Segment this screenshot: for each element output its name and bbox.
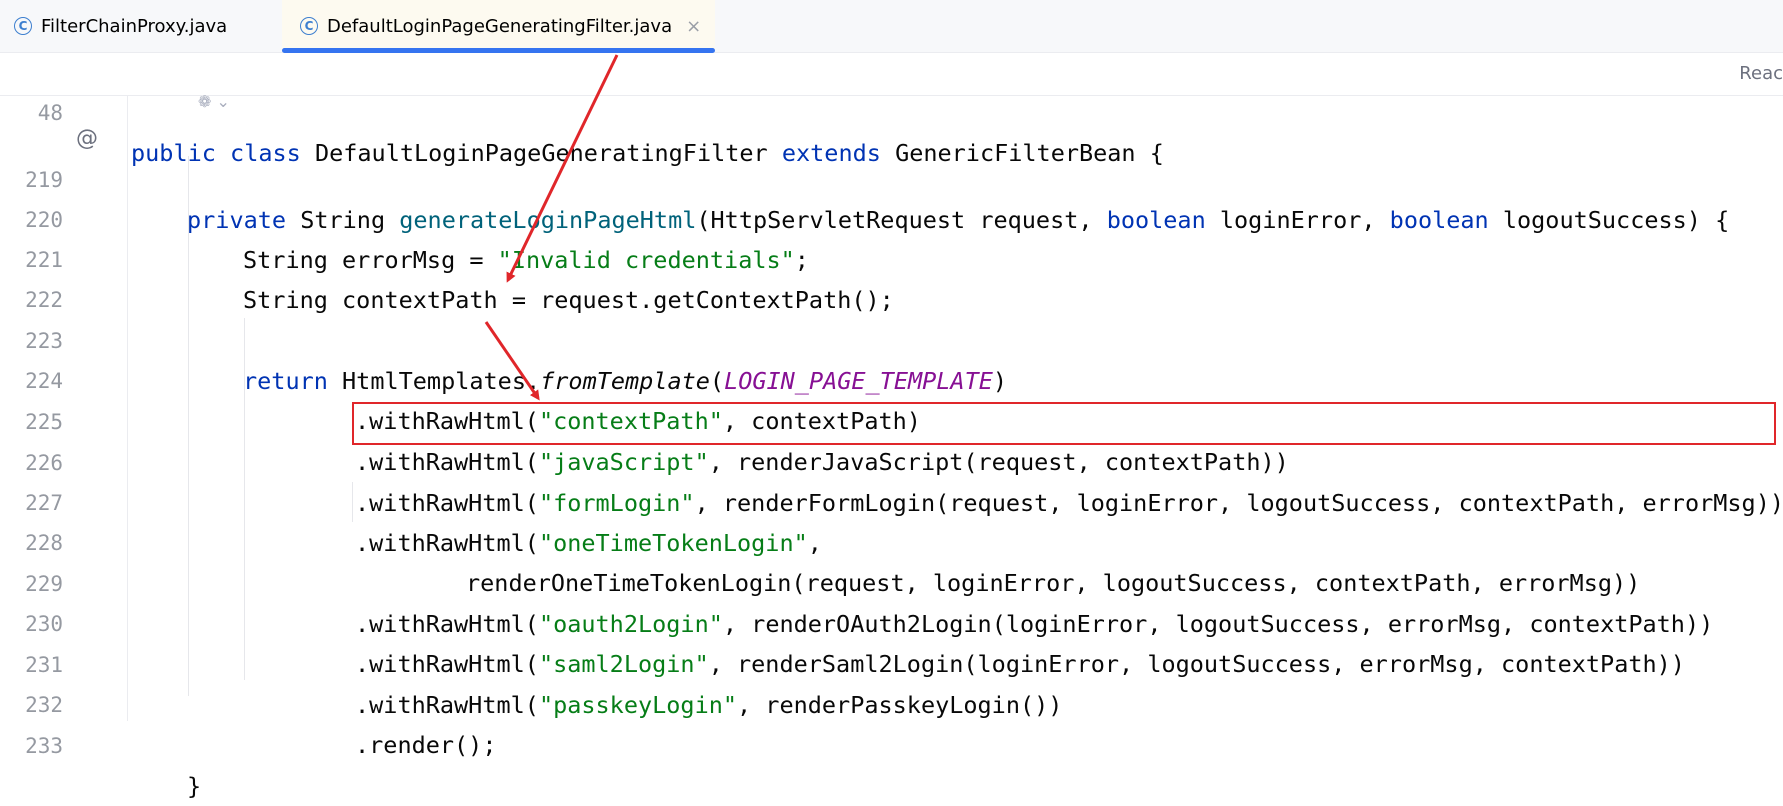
- code-line-228[interactable]: 228 renderOneTimeTokenLogin(request, log…: [0, 483, 1783, 597]
- reader-mode-button[interactable]: Reac: [1739, 63, 1783, 84]
- line-number: 233: [25, 734, 63, 758]
- sticky-scroll-header[interactable]: 48 public class DefaultLoginPageGenerati…: [0, 53, 1783, 167]
- highlight-box: [352, 402, 1776, 445]
- tab-label: DefaultLoginPageGeneratingFilter.java: [327, 15, 673, 37]
- code-line-231[interactable]: 231 .withRawHtml("passkeyLogin", renderP…: [0, 605, 1783, 719]
- code-line-219[interactable]: 219 private String generateLoginPageHtml…: [0, 120, 1783, 234]
- code-line-232[interactable]: 232 .render();: [0, 645, 1783, 759]
- code-line-229[interactable]: 229 .withRawHtml("oauth2Login", renderOA…: [0, 524, 1783, 638]
- editor-tab-bar: C FilterChainProxy.java C DefaultLoginPa…: [0, 0, 1783, 53]
- code-line-221[interactable]: 221 String contextPath = request.getCont…: [0, 200, 1783, 314]
- code-line-233[interactable]: 233 }: [0, 686, 1783, 800]
- ai-assist-icon[interactable]: ❁ ⌄: [198, 92, 230, 111]
- code-line-220[interactable]: 220 String errorMsg = "Invalid credentia…: [0, 160, 1783, 274]
- code-line-223[interactable]: 223 return HtmlTemplates.fromTemplate(LO…: [0, 281, 1783, 395]
- tab-filterchainproxy[interactable]: C FilterChainProxy.java: [14, 0, 227, 52]
- code-line-227[interactable]: 227 .withRawHtml("oneTimeTokenLogin",: [0, 443, 1783, 557]
- code-line-225[interactable]: 225 .withRawHtml("javaScript", renderJav…: [0, 362, 1783, 476]
- class-icon: C: [14, 17, 32, 35]
- code-line-222[interactable]: 222: [0, 240, 1783, 312]
- tab-defaultloginpagegeneratingfilter[interactable]: C DefaultLoginPageGeneratingFilter.java …: [282, 0, 716, 53]
- tab-label: FilterChainProxy.java: [41, 15, 228, 37]
- code-line-224[interactable]: 224 .withRawHtml("contextPath", contextP…: [0, 321, 1783, 435]
- code-line-230[interactable]: 230 .withRawHtml("saml2Login", renderSam…: [0, 564, 1783, 678]
- close-icon[interactable]: ×: [686, 16, 701, 37]
- class-icon: C: [300, 17, 318, 35]
